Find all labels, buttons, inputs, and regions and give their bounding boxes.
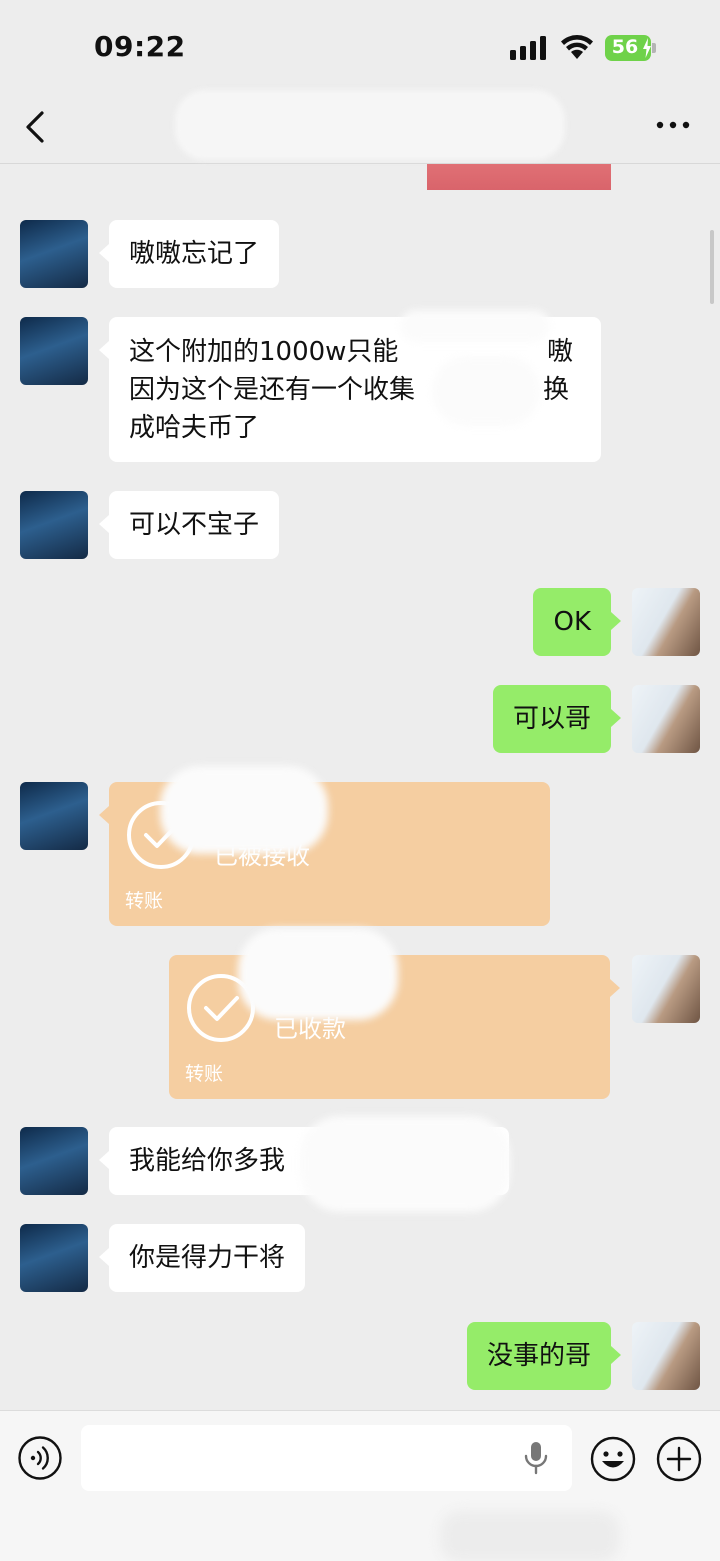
redaction-smudge: [440, 1511, 620, 1561]
message-line: 因为这个是还有一个收集: [129, 375, 416, 405]
battery-level: 56: [611, 36, 639, 58]
back-chevron-icon[interactable]: [20, 108, 52, 146]
battery-icon: 56: [605, 35, 657, 61]
my-avatar[interactable]: [632, 955, 700, 1023]
input-bar: [0, 1410, 720, 1561]
message-input[interactable]: [81, 1425, 572, 1491]
contact-avatar[interactable]: [20, 491, 88, 559]
message-line: 这个附加的1000w只能: [129, 337, 399, 367]
redaction-smudge: [238, 928, 398, 1020]
emoji-icon[interactable]: [590, 1436, 636, 1482]
microphone-icon[interactable]: [523, 1441, 549, 1475]
more-options-icon[interactable]: [656, 120, 690, 130]
message-line: 成哈夫币了: [129, 413, 260, 443]
my-avatar[interactable]: [632, 588, 700, 656]
cellular-signal-icon: [510, 36, 546, 60]
contact-avatar[interactable]: [20, 317, 88, 385]
redaction-smudge: [160, 766, 328, 854]
contact-avatar[interactable]: [20, 1127, 88, 1195]
message-bubble-incoming[interactable]: 嗷嗷忘记了: [98, 220, 280, 288]
redaction-smudge: [300, 1116, 510, 1212]
message-bubble-outgoing[interactable]: 可以哥: [492, 685, 622, 753]
add-more-icon[interactable]: [656, 1436, 702, 1482]
status-bar: 09:22 56: [0, 0, 720, 90]
status-time: 09:22: [94, 30, 186, 63]
chat-title: [175, 90, 565, 160]
scrollbar[interactable]: [710, 230, 714, 304]
message-bubble-incoming[interactable]: 可以不宝子: [98, 491, 280, 559]
contact-avatar[interactable]: [20, 1224, 88, 1292]
image-message-partial[interactable]: [427, 164, 611, 190]
contact-avatar[interactable]: [20, 220, 88, 288]
message-bubble-outgoing[interactable]: 没事的哥: [466, 1322, 622, 1390]
my-avatar[interactable]: [632, 1322, 700, 1390]
contact-avatar[interactable]: [20, 782, 88, 850]
message-bubble-outgoing[interactable]: OK: [533, 588, 621, 656]
message-line-end: 嗷: [546, 337, 573, 367]
redaction-smudge: [432, 356, 540, 426]
my-avatar[interactable]: [632, 685, 700, 753]
redaction-smudge: [400, 310, 550, 342]
message-line-end: 换: [542, 375, 569, 405]
message-bubble-incoming[interactable]: 你是得力干将: [98, 1224, 306, 1292]
voice-input-icon[interactable]: [18, 1436, 62, 1480]
transfer-label: 转账: [125, 890, 164, 912]
wifi-icon: [561, 35, 593, 59]
message-list[interactable]: 嗷嗷忘记了 这个附加的1000w只能 嗷 因为这个是还有一个收集 换 成哈夫币了…: [0, 164, 720, 1410]
chat-header: [0, 90, 720, 164]
transfer-label: 转账: [185, 1063, 224, 1085]
